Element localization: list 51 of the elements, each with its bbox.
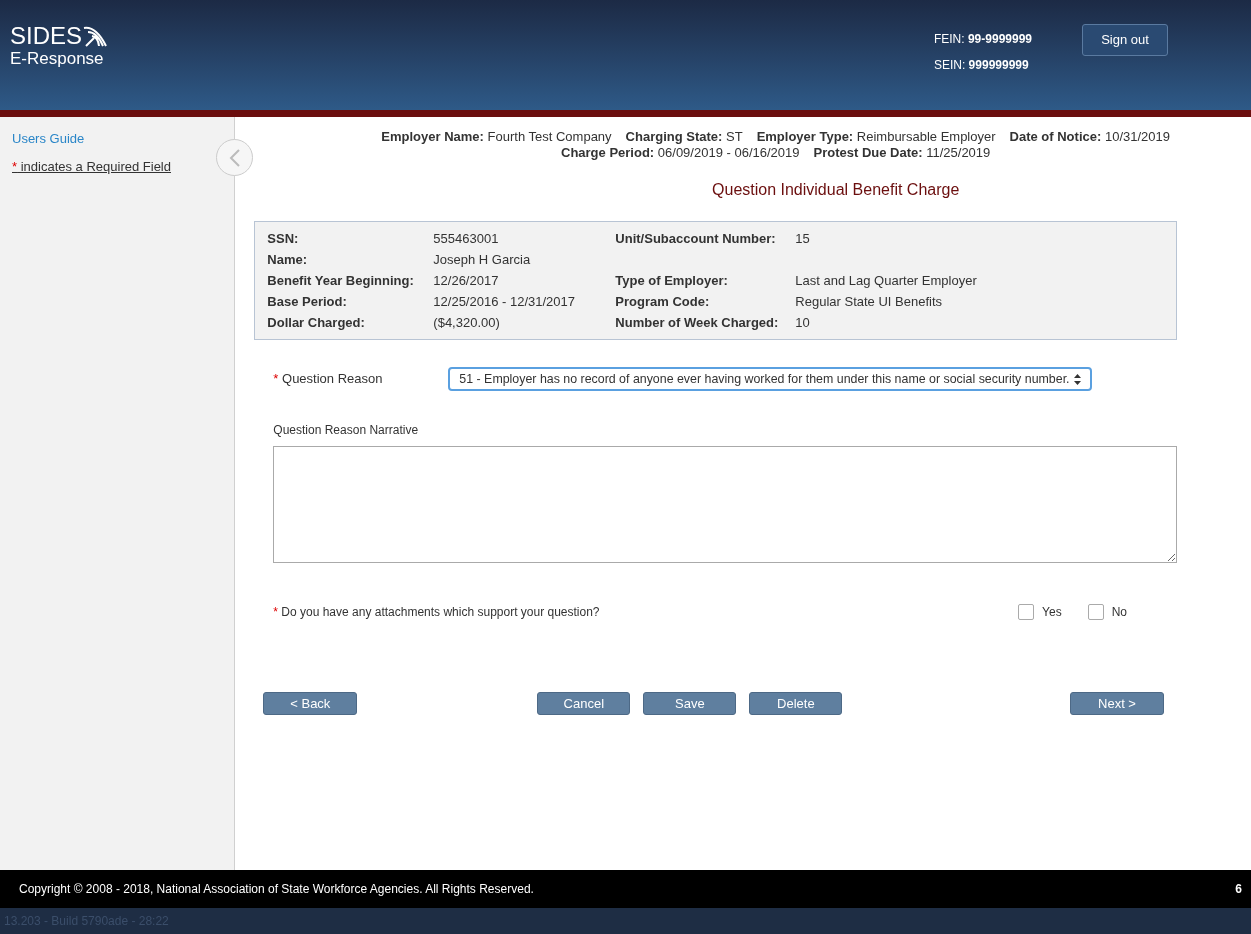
required-field-note: * indicates a Required Field (12, 157, 171, 176)
detail-value: 10 (795, 315, 811, 330)
detail-value: 12/25/2016 - 12/31/2017 (433, 294, 576, 309)
question-reason-label: * Question Reason (273, 370, 384, 389)
detail-value: Regular State UI Benefits (795, 294, 944, 309)
detail-value: 555463001 (433, 231, 500, 246)
wave-logo-icon (82, 24, 109, 48)
checkbox-label: No (1111, 604, 1127, 621)
select-arrows-icon (1073, 373, 1081, 385)
sign-out-button[interactable]: Sign out (1082, 24, 1168, 56)
action-button[interactable]: Cancel (537, 692, 631, 715)
page-title: Question Individual Benefit Charge (712, 180, 960, 200)
fein-text: FEIN: 99-9999999 (933, 31, 1032, 48)
claim-info-text: Protest Due Date: 11/25/2019 (813, 145, 991, 161)
attachments-question: * Do you have any attachments which support your question? (273, 604, 600, 621)
detail-label: Base Period: (267, 294, 348, 309)
narrative-label: Question Reason Narrative (273, 422, 420, 439)
logo-subtitle: E-Response (10, 50, 105, 67)
users-guide-link[interactable]: Users Guide (12, 129, 85, 149)
detail-value: 12/26/2017 (433, 273, 500, 288)
checkbox-label: Yes (1042, 604, 1062, 621)
logo-title: SIDES (10, 24, 83, 48)
claim-info-text: Employer Type: Reimbursable Employer (756, 129, 996, 145)
detail-value: 15 (795, 231, 811, 246)
action-button[interactable]: Next > (1070, 692, 1164, 715)
detail-label: Unit/Subaccount Number: (615, 231, 777, 246)
detail-value: Last and Lag Quarter Employer (795, 273, 978, 288)
detail-value: ($4,320.00) (433, 315, 501, 330)
claim-info-text: Date of Notice: 10/31/2019 (1009, 129, 1170, 145)
checkbox[interactable] (1087, 604, 1104, 620)
chevron-left-icon (228, 147, 241, 168)
detail-label: Type of Employer: (615, 273, 729, 288)
action-button[interactable]: Save (643, 692, 737, 715)
action-button[interactable]: Delete (749, 692, 843, 715)
detail-label: SSN: (267, 231, 300, 246)
detail-label: Name: (267, 252, 309, 267)
action-button[interactable]: < Back (263, 692, 358, 715)
detail-value: Joseph H Garcia (433, 252, 532, 267)
detail-label: Dollar Charged: (267, 315, 366, 330)
copyright-text: Copyright © 2008 - 2018, National Association of State Workforce Agencies. All Rights Reserved. (19, 881, 534, 898)
claim-info-text: Charge Period: 06/09/2019 - 06/16/2019 (561, 145, 800, 161)
claim-info-text: Charging State: ST (625, 129, 743, 145)
page-number: 6 (1235, 881, 1242, 898)
detail-label: Benefit Year Beginning: (267, 273, 415, 288)
detail-label: Program Code: (615, 294, 711, 309)
collapse-chevron-button[interactable] (216, 139, 254, 176)
sein-text: SEIN: 999999999 (933, 57, 1030, 74)
question-reason-select[interactable]: 51 - Employer has no record of anyone ever having worked for them under this name or social security number. (448, 367, 1092, 391)
detail-label: Number of Week Charged: (615, 315, 780, 330)
claim-info-text: Employer Name: Fourth Test Company (381, 129, 612, 145)
checkbox[interactable] (1018, 604, 1035, 620)
